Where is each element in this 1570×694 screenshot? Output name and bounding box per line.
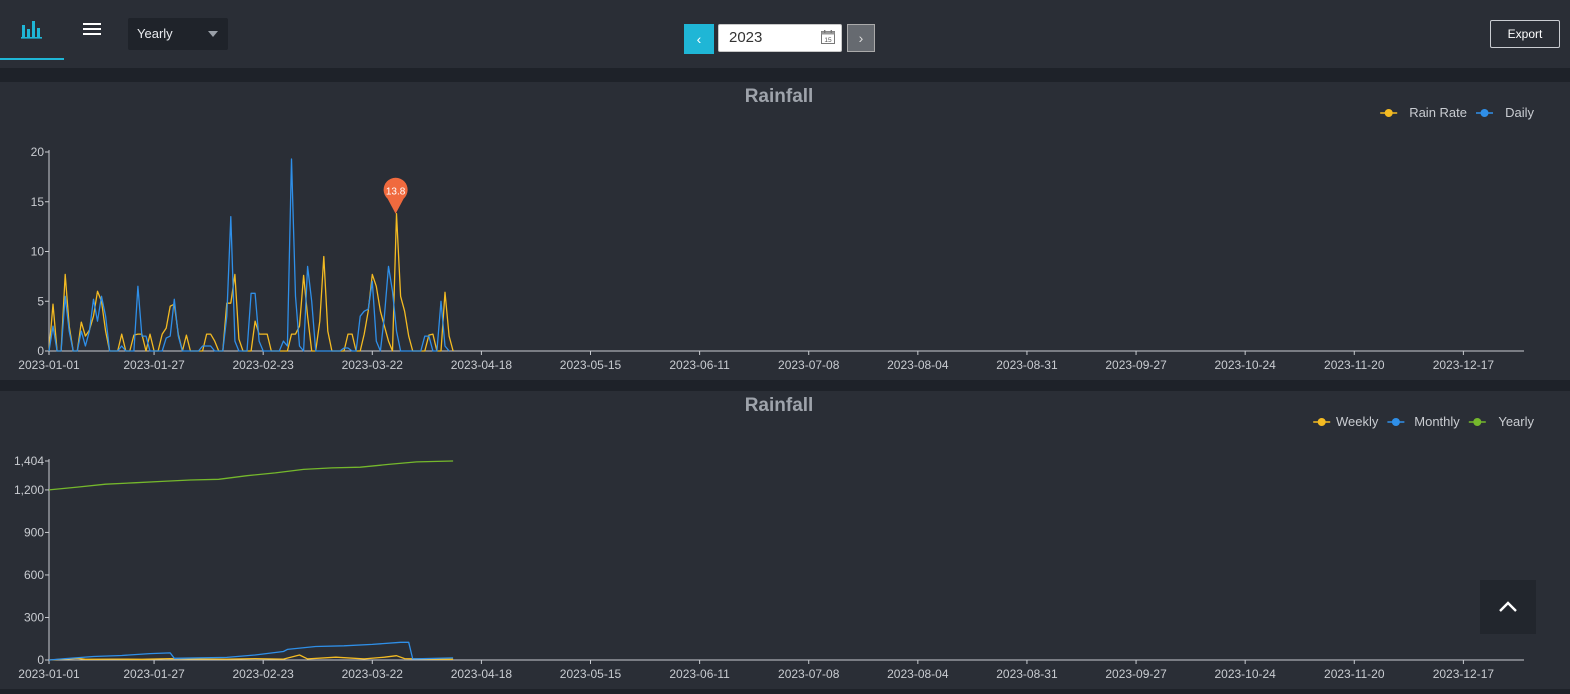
y-tick-label: 900 — [24, 525, 44, 539]
x-tick-label: 2023-10-24 — [1214, 667, 1276, 681]
x-tick-label: 2023-03-22 — [342, 358, 404, 372]
x-tick-label: 2023-01-01 — [18, 358, 80, 372]
x-tick-label: 2023-02-23 — [232, 667, 294, 681]
top-toolbar: Yearly ‹ 2023 15 › Export — [0, 0, 1570, 68]
legend-marker — [1391, 418, 1400, 426]
legend-label: Weekly — [1336, 414, 1379, 429]
menu-button[interactable] — [72, 10, 112, 48]
y-tick-label: 20 — [31, 145, 45, 159]
legend-item: Daily — [1476, 105, 1534, 120]
y-tick-label: 10 — [31, 245, 45, 259]
x-tick-label: 2023-07-08 — [778, 358, 840, 372]
x-tick-label: 2023-08-31 — [996, 358, 1058, 372]
x-tick-label: 2023-01-27 — [123, 667, 185, 681]
y-tick-label: 600 — [24, 568, 44, 582]
y-tick-label: 300 — [24, 610, 44, 624]
bar-chart-icon — [21, 21, 42, 39]
legend-item: Rain Rate — [1380, 105, 1467, 120]
chart-view-tab[interactable] — [0, 0, 64, 60]
x-tick-label: 2023-09-27 — [1105, 358, 1167, 372]
x-tick-label: 2023-05-15 — [560, 358, 622, 372]
chart-title: Rainfall — [745, 86, 814, 107]
x-tick-label: 2023-04-18 — [451, 358, 513, 372]
legend-item: Monthly — [1387, 414, 1460, 429]
x-tick-label: 2023-01-27 — [123, 358, 185, 372]
legend-label: Daily — [1505, 105, 1534, 120]
x-tick-label: 2023-06-11 — [669, 667, 730, 681]
rainfall-cumulative-chart: Rainfall 0 300 600 900 1,200 1,404 2023-01-01 20… — [14, 395, 1535, 681]
chevron-left-icon: ‹ — [696, 31, 702, 47]
year-input-value: 2023 — [729, 29, 763, 46]
x-tick-label: 2023-10-24 — [1214, 358, 1276, 372]
calendar-icon[interactable]: 15 — [821, 30, 835, 44]
x-tick-label: 2023-05-15 — [560, 667, 622, 681]
calendar-icon-day: 15 — [824, 37, 832, 44]
chevron-down-icon — [208, 31, 218, 37]
rainfall-rate-chart: Rainfall 0 5 10 15 20 2023-01-01 2023-01-27 2023… — [18, 86, 1534, 372]
x-tick-label: 2023-06-11 — [669, 358, 730, 372]
x-tick-label: 2023-08-31 — [996, 667, 1058, 681]
x-tick-label: 2023-09-27 — [1105, 667, 1167, 681]
y-tick-label: 0 — [37, 344, 44, 358]
series-line-yearly — [48, 460, 454, 491]
period-select-value: Yearly — [137, 26, 173, 41]
next-year-button[interactable]: › — [847, 24, 875, 52]
legend-marker — [1384, 109, 1393, 117]
legend-label: Rain Rate — [1409, 105, 1467, 120]
rainfall-rate-panel: Rainfall 0 5 10 15 20 2023-01-01 2023-01-27 2023… — [0, 82, 1570, 380]
rainfall-cumulative-panel: Rainfall 0 300 600 900 1,200 1,404 2023-01-01 20… — [0, 391, 1570, 689]
legend-item: Weekly — [1313, 414, 1379, 429]
data-marker-label: 13.8 — [386, 187, 406, 198]
x-tick-label: 2023-12-17 — [1433, 358, 1495, 372]
legend-marker — [1480, 109, 1489, 117]
legend-label: Monthly — [1414, 414, 1460, 429]
x-tick-label: 2023-03-22 — [342, 667, 404, 681]
x-tick-label: 2023-11-20 — [1324, 358, 1385, 372]
period-select[interactable]: Yearly — [128, 18, 228, 50]
y-tick-label: 1,200 — [14, 483, 44, 497]
y-tick-label: 5 — [37, 294, 44, 308]
y-tick-label: 0 — [37, 653, 44, 667]
series-line-monthly — [48, 641, 454, 661]
x-tick-label: 2023-04-18 — [451, 667, 513, 681]
legend-item: Yearly — [1468, 414, 1534, 429]
x-tick-label: 2023-08-04 — [887, 667, 949, 681]
year-input[interactable]: 2023 15 — [718, 24, 842, 52]
series-line-rain-rate — [48, 213, 454, 352]
chevron-up-icon — [1499, 601, 1517, 612]
y-tick-label: 15 — [31, 195, 45, 209]
chart-title: Rainfall — [745, 395, 814, 416]
x-tick-label: 2023-01-01 — [18, 667, 80, 681]
hamburger-menu-icon — [83, 23, 101, 35]
legend-label: Yearly — [1498, 414, 1534, 429]
x-tick-label: 2023-02-23 — [232, 358, 294, 372]
x-tick-label: 2023-08-04 — [887, 358, 949, 372]
previous-year-button[interactable]: ‹ — [684, 24, 714, 54]
x-tick-label: 2023-12-17 — [1433, 667, 1495, 681]
x-tick-label: 2023-07-08 — [778, 667, 840, 681]
legend-marker — [1473, 418, 1482, 426]
x-tick-label: 2023-11-20 — [1324, 667, 1385, 681]
export-button[interactable]: Export — [1490, 20, 1560, 48]
legend-marker — [1317, 418, 1326, 426]
y-tick-label: 1,404 — [14, 454, 44, 468]
chevron-right-icon: › — [858, 30, 864, 46]
scroll-to-top-button[interactable] — [1480, 580, 1536, 634]
